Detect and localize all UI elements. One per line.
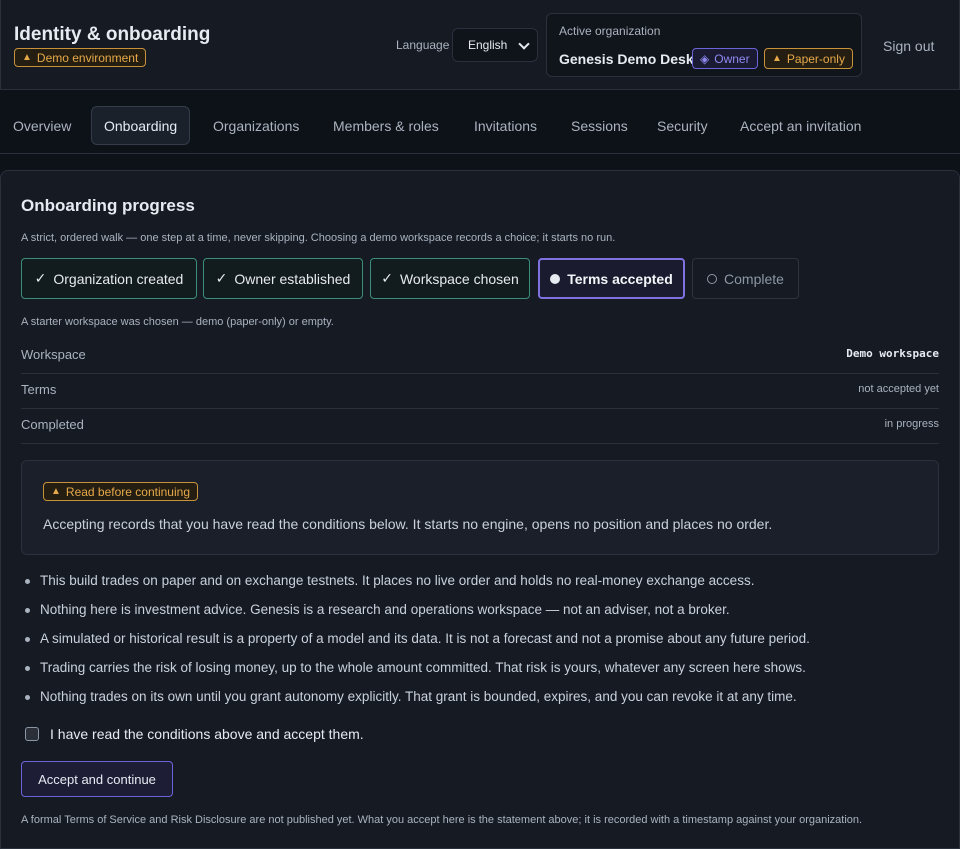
language-label: Language <box>396 38 450 52</box>
detail-key: Completed <box>21 417 84 432</box>
tab-invitations[interactable]: Invitations <box>474 106 537 145</box>
step-note: A starter workspace was chosen — demo (p… <box>21 316 334 328</box>
tab-overview[interactable]: Overview <box>13 106 71 145</box>
role-badge: ◈ Owner <box>692 48 758 69</box>
language-select[interactable]: English <box>452 28 538 62</box>
notice-box: ▲ Read before continuing Accepting recor… <box>21 460 939 555</box>
step-label: Owner established <box>234 270 351 287</box>
step-organization-created: ✓ Organization created <box>21 258 197 299</box>
detail-key: Terms <box>21 382 57 397</box>
warning-icon: ▲ <box>22 52 32 63</box>
empty-dot-icon <box>707 273 718 284</box>
chevron-down-icon <box>518 38 530 50</box>
detail-row-terms: Terms not accepted yet <box>21 374 939 409</box>
check-icon: ✓ <box>215 270 228 286</box>
tab-onboarding[interactable]: Onboarding <box>91 106 191 145</box>
organization-name: Genesis Demo Desk <box>559 51 694 67</box>
language-select-value: English <box>468 38 508 52</box>
step-label: Workspace chosen <box>399 270 519 287</box>
organization-label: Active organization <box>559 24 661 38</box>
active-organization-card: Active organization Genesis Demo Desk ◈ … <box>546 13 862 77</box>
sign-out-button[interactable]: Sign out <box>883 38 934 54</box>
condition-item: Nothing trades on its own until you gran… <box>25 689 810 718</box>
check-icon: ✓ <box>381 270 393 286</box>
tab-security[interactable]: Security <box>657 106 708 145</box>
main-nav: Overview Onboarding Organizations Member… <box>0 90 960 154</box>
step-owner-established: ✓ Owner established <box>203 258 363 299</box>
notice-text: Accepting records that you have read the… <box>43 516 773 532</box>
condition-item: Nothing here is investment advice. Genes… <box>25 602 810 631</box>
diamond-icon: ◈ <box>700 51 710 66</box>
condition-item: Trading carries the risk of losing money… <box>25 660 810 689</box>
tab-accept-invitation[interactable]: Accept an invitation <box>740 106 861 145</box>
section-title: Onboarding progress <box>21 196 195 215</box>
condition-item: This build trades on paper and on exchan… <box>25 573 810 602</box>
tab-members-roles[interactable]: Members & roles <box>333 106 439 145</box>
section-intro: A strict, ordered walk — one step at a t… <box>21 232 616 244</box>
filled-dot-icon <box>550 273 561 284</box>
detail-row-workspace: Workspace Demo workspace <box>21 339 939 374</box>
environment-badge-label: Demo environment <box>36 50 139 65</box>
footnote: A formal Terms of Service and Risk Discl… <box>21 814 863 826</box>
step-label: Organization created <box>53 270 184 287</box>
environment-badge: ▲ Demo environment <box>14 48 147 67</box>
detail-row-completed: Completed in progress <box>21 409 939 444</box>
detail-value: not accepted yet <box>858 383 939 395</box>
warning-icon: ▲ <box>772 53 782 64</box>
conditions-list: This build trades on paper and on exchan… <box>25 573 810 718</box>
warning-icon: ▲ <box>51 486 61 497</box>
onboarding-panel: Onboarding progress A strict, ordered wa… <box>0 170 960 849</box>
mode-badge: ▲ Paper-only <box>764 48 853 69</box>
app-header: Identity & onboarding ▲ Demo environment… <box>0 0 960 90</box>
accept-terms-checkbox[interactable] <box>25 727 39 741</box>
check-icon: ✓ <box>34 270 47 286</box>
step-terms-accepted: Terms accepted <box>538 258 685 299</box>
step-label: Complete <box>724 270 784 287</box>
notice-badge: ▲ Read before continuing <box>43 482 198 501</box>
detail-value: Demo workspace <box>846 347 939 360</box>
tab-organizations[interactable]: Organizations <box>213 106 299 145</box>
step-complete: Complete <box>692 258 799 299</box>
accept-and-continue-button[interactable]: Accept and continue <box>21 761 173 797</box>
accept-terms-label[interactable]: I have read the conditions above and acc… <box>50 726 364 742</box>
app-title: Identity & onboarding <box>14 24 211 45</box>
role-badge-label: Owner <box>714 51 750 66</box>
mode-badge-label: Paper-only <box>786 51 845 66</box>
detail-value: in progress <box>884 418 939 430</box>
step-workspace-chosen: ✓ Workspace chosen <box>370 258 530 299</box>
condition-item: A simulated or historical result is a pr… <box>25 631 810 660</box>
detail-key: Workspace <box>21 347 86 362</box>
tab-sessions[interactable]: Sessions <box>571 106 628 145</box>
step-label: Terms accepted <box>567 270 673 287</box>
notice-badge-label: Read before continuing <box>65 484 190 499</box>
